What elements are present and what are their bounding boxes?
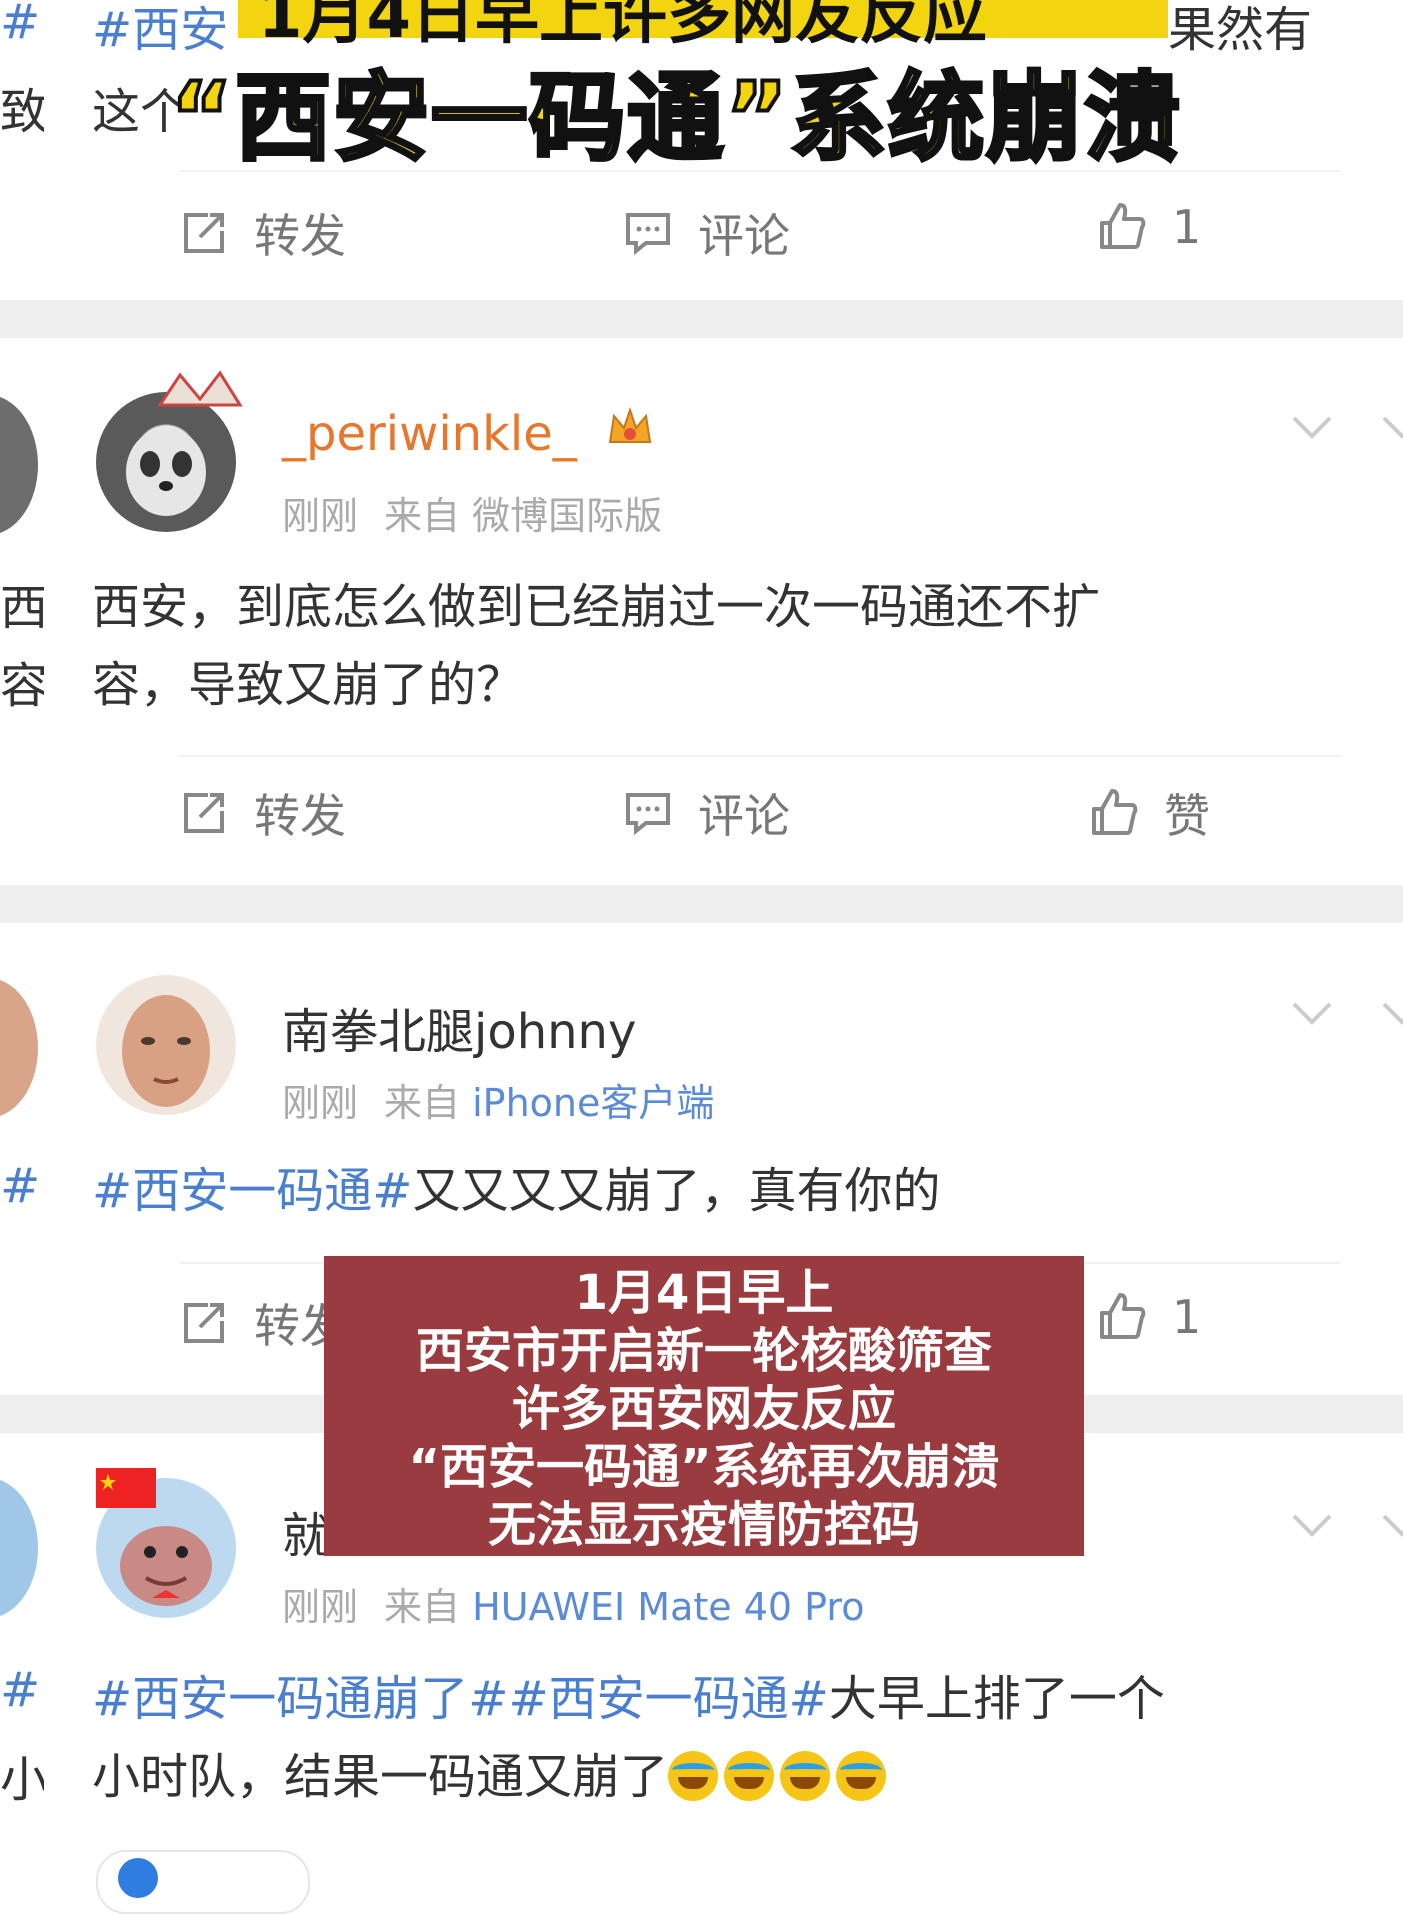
left-column-avatar[interactable]: [0, 395, 38, 535]
bottom-pill[interactable]: [96, 1850, 310, 1914]
caption-top-bar: 1月4日早上许多网友反应: [238, 0, 1168, 53]
bottom-pill-icon: [118, 1858, 158, 1898]
comment-button[interactable]: 评论: [622, 200, 790, 266]
post1-action-bar: 转发 评论 赞: [0, 780, 1403, 860]
left-post-text-cut: 小: [0, 1752, 44, 1808]
left-post-text-cut: #: [0, 1158, 41, 1214]
post-text: 又又又又崩了，真有你的: [412, 1163, 941, 1219]
chevron-down-icon[interactable]: [1290, 412, 1334, 442]
post-time: 刚刚: [282, 494, 359, 538]
topic-link[interactable]: #西安一码通崩了#: [92, 1671, 508, 1727]
left-post-text-cut: #: [0, 1662, 41, 1718]
avatar-accessory-icon: [157, 370, 243, 407]
post-source: 微博国际版: [472, 494, 663, 538]
post-body[interactable]: #西安一码通#又又又又崩了，真有你的: [92, 1152, 1322, 1230]
comment-label: 评论: [698, 789, 790, 843]
post-separator: [0, 300, 1403, 338]
left-post-text-cut: 致: [0, 84, 44, 140]
thumb-up-icon: [1100, 1293, 1146, 1339]
flag-icon: [96, 1468, 156, 1508]
overlay-line: 西安市开启新一轮核酸筛查: [415, 1323, 992, 1379]
username[interactable]: _periwinkle_: [282, 402, 656, 462]
post-from-label: 来自: [384, 1081, 461, 1125]
avatar[interactable]: [96, 392, 236, 532]
username-text: _periwinkle_: [282, 406, 577, 462]
divider: [180, 170, 1340, 172]
post-separator: [0, 885, 1403, 923]
left-post-text-cut: 西: [0, 580, 44, 636]
left-column-avatar[interactable]: [0, 978, 38, 1118]
topic-link[interactable]: #西安一码通#: [92, 1163, 412, 1219]
post-source[interactable]: iPhone客户端: [472, 1081, 714, 1125]
repost-label: 转发: [254, 209, 346, 263]
repost-icon: [184, 793, 224, 833]
chevron-down-icon[interactable]: [1380, 998, 1403, 1028]
post-text-line: 容，导致又崩了的？: [92, 657, 525, 713]
left-post-text-cut: 容: [0, 658, 44, 714]
comment-icon: [626, 213, 670, 256]
left-column-avatar[interactable]: [0, 1478, 38, 1618]
overlay-line: 1月4日早上: [574, 1265, 834, 1321]
repost-button[interactable]: 转发: [178, 200, 346, 266]
thumb-up-icon: [1092, 789, 1138, 835]
like-label: 赞: [1164, 789, 1210, 843]
post-text: 小时队，结果一码通又崩了: [92, 1749, 669, 1805]
laugh-cry-emoji: [668, 1751, 719, 1801]
video-caption-overlay: 1月4日早上 西安市开启新一轮核酸筛查 许多西安网友反应 “西安一码通”系统再次…: [324, 1256, 1084, 1556]
laugh-cry-emoji: [836, 1751, 887, 1801]
repost-icon: [184, 213, 224, 253]
like-button[interactable]: 1: [1096, 1290, 1201, 1344]
post0-action-bar: 转发 评论 1: [0, 200, 1403, 280]
post-text: 大早上排了一个: [828, 1671, 1165, 1727]
like-count: 1: [1172, 200, 1202, 254]
repost-icon: [184, 1303, 224, 1343]
chevron-down-icon[interactable]: [1290, 998, 1334, 1028]
chevron-down-icon[interactable]: [1380, 412, 1403, 442]
post-source[interactable]: HUAWEI Mate 40 Pro: [472, 1585, 864, 1629]
comment-label: 评论: [698, 209, 790, 263]
repost-button[interactable]: 转发: [178, 1290, 346, 1356]
thumb-up-icon: [1100, 203, 1146, 249]
face-avatar-icon: [122, 995, 210, 1107]
post-text-line: 西安，到底怎么做到已经崩过一次一码通还不扩: [92, 579, 1101, 635]
chevron-down-icon[interactable]: [1380, 1510, 1403, 1540]
like-button[interactable]: 赞: [1088, 780, 1210, 846]
avatar[interactable]: [96, 975, 236, 1115]
comment-icon: [626, 793, 670, 836]
username[interactable]: 南拳北腿johnny: [282, 992, 636, 1062]
post-time: 刚刚: [282, 1081, 359, 1125]
crown-icon: [608, 406, 652, 443]
panda-avatar-icon: [126, 428, 206, 516]
chevron-down-icon[interactable]: [1290, 1510, 1334, 1540]
post-body[interactable]: 西安，到底怎么做到已经崩过一次一码通还不扩 容，导致又崩了的？: [92, 568, 1322, 724]
comment-button[interactable]: 评论: [622, 780, 790, 846]
divider: [180, 755, 1340, 757]
username[interactable]: 就: [282, 1496, 330, 1566]
overlay-line: 无法显示疫情防控码: [487, 1497, 920, 1553]
post-meta: 刚刚 来自 HUAWEI Mate 40 Pro: [282, 1576, 864, 1631]
like-count: 1: [1172, 1290, 1202, 1344]
post-body[interactable]: #西安一码通崩了##西安一码通#大早上排了一个 小时队，结果一码通又崩了: [92, 1660, 1322, 1816]
post-from-label: 来自: [384, 494, 461, 538]
post-meta: 刚刚 来自 iPhone客户端: [282, 1072, 714, 1127]
like-button[interactable]: 1: [1096, 200, 1201, 254]
topic-link[interactable]: #西安一码通#: [508, 1671, 828, 1727]
laugh-cry-emoji: [780, 1751, 831, 1801]
post-time: 刚刚: [282, 1585, 359, 1629]
caption-headline: “西安一码通”系统崩溃: [168, 60, 1183, 176]
left-post-text-cut: #: [0, 0, 41, 50]
laugh-cry-emoji: [724, 1751, 775, 1801]
overlay-line: 许多西安网友反应: [511, 1381, 896, 1437]
post-from-label: 来自: [384, 1585, 461, 1629]
repost-label: 转发: [254, 789, 346, 843]
post0-text-partial: 果然有: [1168, 2, 1313, 58]
post-meta: 刚刚 来自 微博国际版: [282, 485, 662, 540]
repost-button[interactable]: 转发: [178, 780, 346, 846]
overlay-line: “西安一码通”系统再次崩溃: [408, 1439, 1000, 1495]
